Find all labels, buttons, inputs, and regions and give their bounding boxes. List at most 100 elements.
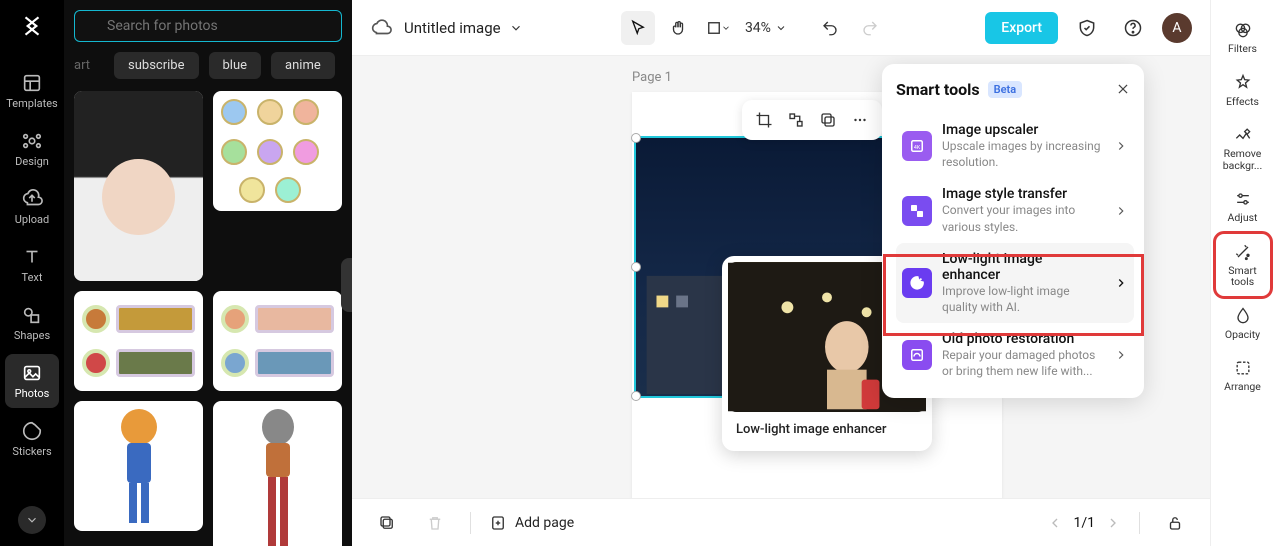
- tool-image-upscaler[interactable]: 4K Image upscaler Upscale images by incr…: [896, 114, 1134, 178]
- prop-label: Opacity: [1225, 329, 1260, 341]
- title-text: Untitled image: [404, 19, 501, 37]
- add-page-icon: [489, 514, 507, 532]
- nav-label: Text: [22, 271, 43, 284]
- nav-photos[interactable]: Photos: [5, 354, 59, 408]
- templates-icon: [21, 72, 43, 94]
- nav-label: Stickers: [12, 445, 51, 458]
- prev-page-button[interactable]: [1047, 515, 1063, 531]
- prop-smart-tools[interactable]: Smart tools: [1216, 234, 1270, 296]
- replace-button[interactable]: [782, 106, 810, 134]
- shield-icon[interactable]: [1070, 11, 1104, 45]
- nav-label: Upload: [15, 213, 49, 226]
- prop-label: Filters: [1228, 43, 1257, 55]
- prop-effects[interactable]: Effects: [1216, 65, 1270, 116]
- svg-text:4K: 4K: [914, 145, 921, 151]
- page-indicator: 1/1: [1073, 515, 1095, 531]
- export-button[interactable]: Export: [985, 12, 1058, 44]
- stickers-icon: [21, 420, 43, 442]
- frame-tool[interactable]: [701, 11, 735, 45]
- shapes-icon: [21, 304, 43, 326]
- text-icon: [21, 246, 43, 268]
- more-nav-button[interactable]: [18, 506, 46, 534]
- nav-label: Templates: [6, 97, 57, 110]
- chevron-right-icon: [1114, 139, 1128, 153]
- prop-label: Adjust: [1228, 212, 1258, 224]
- tool-lowlight-enhancer[interactable]: Low-light image enhancer Improve low-lig…: [896, 243, 1134, 323]
- next-page-button[interactable]: [1105, 515, 1121, 531]
- nav-stickers[interactable]: Stickers: [5, 412, 59, 466]
- nav-shapes[interactable]: Shapes: [5, 296, 59, 350]
- copy-button[interactable]: [814, 106, 842, 134]
- nav-templates[interactable]: Templates: [5, 64, 59, 118]
- prop-label: Remove backgr...: [1216, 148, 1270, 171]
- search-input[interactable]: [74, 10, 342, 42]
- nav-design[interactable]: Design: [5, 122, 59, 176]
- photo-thumb[interactable]: [74, 401, 203, 531]
- preview-title: Low-light image enhancer: [728, 412, 926, 441]
- tool-title: Image style transfer: [942, 186, 1104, 202]
- hand-tool[interactable]: [661, 11, 695, 45]
- tag-blue[interactable]: blue: [209, 52, 262, 79]
- beta-badge: Beta: [988, 81, 1023, 98]
- document-title[interactable]: Untitled image: [404, 19, 523, 37]
- tag-art[interactable]: art: [74, 52, 104, 79]
- remove-bg-icon: [1233, 125, 1253, 145]
- close-button[interactable]: [1112, 78, 1134, 100]
- more-button[interactable]: [846, 106, 874, 134]
- tool-title: Old photo restoration: [942, 331, 1104, 347]
- tool-desc: Upscale images by increasing resolution.: [942, 138, 1104, 170]
- nav-text[interactable]: Text: [5, 238, 59, 292]
- delete-page-button[interactable]: [418, 506, 452, 540]
- style-icon: [902, 196, 932, 226]
- chevron-down-icon: [775, 22, 787, 34]
- lock-button[interactable]: [1158, 506, 1192, 540]
- help-icon[interactable]: [1116, 11, 1150, 45]
- photos-icon: [21, 362, 43, 384]
- selection-toolbar: [742, 100, 882, 140]
- chevron-right-icon: [1114, 348, 1128, 362]
- nav-label: Photos: [15, 387, 50, 400]
- duplicate-page-button[interactable]: [370, 506, 404, 540]
- chevron-right-icon: [1114, 276, 1128, 290]
- collapse-panel-handle[interactable]: [341, 258, 352, 312]
- nav-label: Shapes: [14, 329, 50, 342]
- nav-label: Design: [15, 155, 49, 168]
- tool-desc: Repair your damaged photos or bring them…: [942, 347, 1104, 379]
- prop-remove-bg[interactable]: Remove backgr...: [1216, 117, 1270, 179]
- photo-thumb[interactable]: [213, 91, 342, 211]
- prop-arrange[interactable]: Arrange: [1216, 350, 1270, 401]
- photos-panel: art subscribe blue anime: [64, 0, 352, 546]
- opacity-icon: [1233, 306, 1253, 326]
- zoom-value: 34%: [745, 20, 771, 36]
- prop-adjust[interactable]: Adjust: [1216, 181, 1270, 232]
- upscaler-icon: 4K: [902, 131, 932, 161]
- cursor-tool[interactable]: [621, 11, 655, 45]
- tag-subscribe[interactable]: subscribe: [114, 52, 198, 79]
- prop-filters[interactable]: Filters: [1216, 12, 1270, 63]
- smart-tools-panel: Smart tools Beta 4K Image upscaler Upsca…: [882, 64, 1144, 398]
- nav-upload[interactable]: Upload: [5, 180, 59, 234]
- add-page-button[interactable]: Add page: [489, 514, 574, 532]
- effects-icon: [1233, 73, 1253, 93]
- app-logo[interactable]: [16, 10, 48, 42]
- undo-button[interactable]: [813, 11, 847, 45]
- tool-style-transfer[interactable]: Image style transfer Convert your images…: [896, 178, 1134, 242]
- photo-thumb[interactable]: [74, 291, 203, 391]
- lowlight-icon: [902, 268, 932, 298]
- photo-thumb[interactable]: [213, 291, 342, 391]
- chevron-right-icon: [1114, 204, 1128, 218]
- photo-thumb[interactable]: [74, 91, 203, 281]
- upload-icon: [21, 188, 43, 210]
- zoom-control[interactable]: 34%: [741, 20, 791, 36]
- tool-title: Image upscaler: [942, 122, 1104, 138]
- prop-label: Smart tools: [1216, 265, 1270, 288]
- crop-button[interactable]: [750, 106, 778, 134]
- tool-old-photo-restoration[interactable]: Old photo restoration Repair your damage…: [896, 323, 1134, 387]
- tool-desc: Convert your images into various styles.: [942, 202, 1104, 234]
- tag-anime[interactable]: anime: [271, 52, 335, 79]
- cloud-sync-icon[interactable]: [370, 17, 392, 39]
- prop-opacity[interactable]: Opacity: [1216, 298, 1270, 349]
- redo-button[interactable]: [853, 11, 887, 45]
- user-avatar[interactable]: A: [1162, 13, 1192, 43]
- photo-thumb[interactable]: [213, 401, 342, 546]
